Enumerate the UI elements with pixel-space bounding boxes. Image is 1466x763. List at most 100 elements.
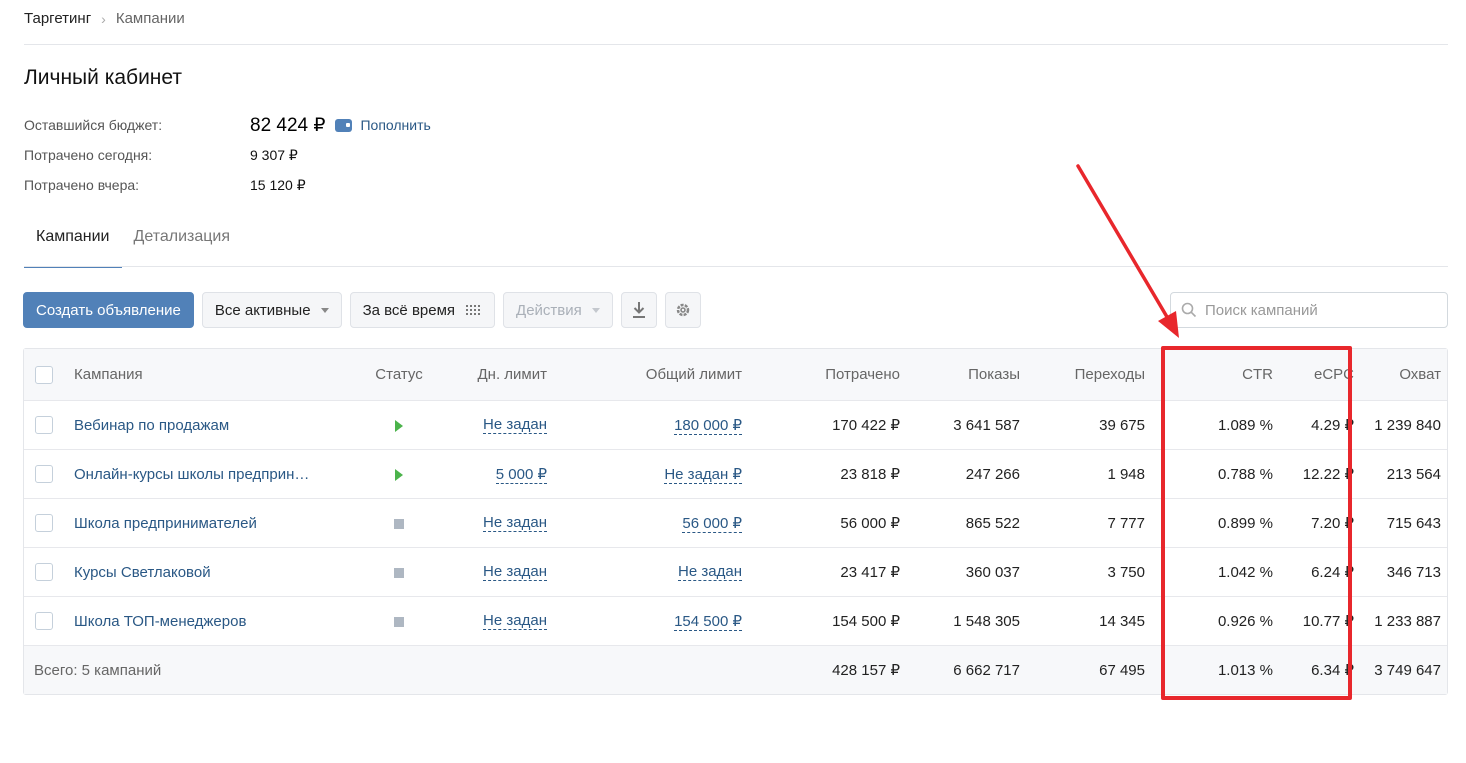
ctr-value: 1.042 % xyxy=(1217,563,1273,581)
remaining-budget-label: Оставшийся бюджет: xyxy=(24,117,163,133)
ecpc-value: 7.20 ₽ xyxy=(1311,515,1354,532)
search-box[interactable] xyxy=(1170,292,1448,328)
clicks-value: 39 675 xyxy=(1099,416,1145,434)
header-ecpc[interactable]: eCPC xyxy=(1314,366,1354,383)
download-button[interactable] xyxy=(620,292,657,328)
day-limit-link[interactable]: Не задан xyxy=(483,514,547,532)
budget-stats: Оставшийся бюджет: 82 424 ₽ Пополнить По… xyxy=(24,110,431,200)
row-checkbox[interactable] xyxy=(35,514,53,532)
total-ctr: 1.013 % xyxy=(1217,661,1273,679)
wallet-icon xyxy=(335,118,353,132)
remaining-budget-row: Оставшийся бюджет: 82 424 ₽ Пополнить xyxy=(24,110,431,140)
total-limit-link[interactable]: Не задан xyxy=(678,563,742,581)
spent-today-value: 9 307 ₽ xyxy=(250,146,298,163)
day-limit-link[interactable]: 5 000 ₽ xyxy=(495,465,547,484)
table-row: Онлайн-курсы школы предприн… 5 000 ₽ Не … xyxy=(24,449,1447,498)
chevron-right-icon: › xyxy=(101,10,106,27)
search-input[interactable] xyxy=(1205,301,1425,319)
period-picker[interactable]: За всё время xyxy=(349,292,496,328)
header-clicks[interactable]: Переходы xyxy=(1075,366,1145,383)
stop-icon xyxy=(394,567,404,578)
search-icon xyxy=(1181,302,1197,318)
select-all-checkbox[interactable] xyxy=(35,365,53,384)
total-reach: 3 749 647 xyxy=(1374,661,1441,679)
spent-yesterday-label: Потрачено вчера: xyxy=(24,177,140,193)
ecpc-value: 4.29 ₽ xyxy=(1311,417,1354,434)
tabs: Кампании Детализация xyxy=(24,216,242,268)
campaign-name-link[interactable]: Онлайн-курсы школы предприн… xyxy=(74,466,309,483)
tab-campaigns[interactable]: Кампании xyxy=(24,216,122,268)
total-limit-link[interactable]: Не задан ₽ xyxy=(664,465,742,484)
table-row: Школа ТОП-менеджеров Не задан 154 500 ₽ … xyxy=(24,596,1447,645)
total-limit-link[interactable]: 56 000 ₽ xyxy=(682,514,742,533)
actions-dropdown[interactable]: Действия xyxy=(503,292,613,328)
ctr-value: 1.089 % xyxy=(1217,416,1273,434)
spent-value: 56 000 ₽ xyxy=(840,515,900,532)
ecpc-value: 12.22 ₽ xyxy=(1302,466,1354,483)
header-reach[interactable]: Охват xyxy=(1399,366,1441,383)
table-row: Курсы Светлаковой Не задан Не задан 23 4… xyxy=(24,547,1447,596)
play-icon xyxy=(395,468,403,481)
shows-value: 360 037 xyxy=(965,563,1020,581)
header-status[interactable]: Статус xyxy=(364,366,434,383)
spent-value: 23 417 ₽ xyxy=(840,564,900,581)
total-spent: 428 157 ₽ xyxy=(832,662,900,679)
status-filter-dropdown[interactable]: Все активные xyxy=(201,292,342,328)
total-label: Всего: 5 кампаний xyxy=(34,661,162,679)
header-shows[interactable]: Показы xyxy=(968,366,1020,383)
play-icon xyxy=(395,419,403,432)
stop-icon xyxy=(394,616,404,627)
total-limit-link[interactable]: 180 000 ₽ xyxy=(674,416,742,435)
status-cell[interactable] xyxy=(364,466,434,483)
shows-value: 865 522 xyxy=(965,514,1020,532)
shows-value: 3 641 587 xyxy=(953,416,1020,434)
download-icon xyxy=(632,302,645,318)
header-spent[interactable]: Потрачено xyxy=(825,366,900,383)
campaign-name-link[interactable]: Вебинар по продажам xyxy=(74,417,229,434)
create-ad-button[interactable]: Создать объявление xyxy=(23,292,194,328)
total-limit-link[interactable]: 154 500 ₽ xyxy=(674,612,742,631)
header-campaign[interactable]: Кампания xyxy=(74,366,143,383)
ecpc-value: 10.77 ₽ xyxy=(1302,613,1354,630)
reach-value: 715 643 xyxy=(1386,514,1441,532)
table-header: Кампания Статус Дн. лимит Общий лимит По… xyxy=(24,349,1447,400)
campaign-name-link[interactable]: Школа предпринимателей xyxy=(74,515,257,532)
status-cell[interactable] xyxy=(364,613,434,630)
divider xyxy=(24,44,1448,45)
total-ecpc: 6.34 ₽ xyxy=(1311,662,1354,679)
header-ctr[interactable]: CTR xyxy=(1242,366,1273,383)
campaign-name-link[interactable]: Курсы Светлаковой xyxy=(74,564,211,581)
status-cell[interactable] xyxy=(364,417,434,434)
calendar-icon xyxy=(465,303,483,317)
ecpc-value: 6.24 ₽ xyxy=(1311,564,1354,581)
actions-label: Действия xyxy=(516,301,582,319)
page-title: Личный кабинет xyxy=(24,66,182,89)
spent-value: 154 500 ₽ xyxy=(832,613,900,630)
row-checkbox[interactable] xyxy=(35,416,53,434)
table-row: Школа предпринимателей Не задан 56 000 ₽… xyxy=(24,498,1447,547)
spent-value: 170 422 ₽ xyxy=(832,417,900,434)
divider xyxy=(24,266,1448,267)
topup-link[interactable]: Пополнить xyxy=(335,117,431,133)
clicks-value: 14 345 xyxy=(1099,612,1145,630)
gear-icon xyxy=(676,303,690,317)
caret-down-icon xyxy=(591,307,600,313)
header-total-limit[interactable]: Общий лимит xyxy=(646,366,742,383)
settings-button[interactable] xyxy=(664,292,701,328)
period-label: За всё время xyxy=(362,301,456,319)
day-limit-link[interactable]: Не задан xyxy=(483,563,547,581)
ctr-value: 0.926 % xyxy=(1217,612,1273,630)
day-limit-link[interactable]: Не задан xyxy=(483,416,547,434)
header-day-limit[interactable]: Дн. лимит xyxy=(478,366,547,383)
status-cell[interactable] xyxy=(364,515,434,532)
breadcrumb-root[interactable]: Таргетинг xyxy=(24,10,91,27)
row-checkbox[interactable] xyxy=(35,612,53,630)
campaign-name-link[interactable]: Школа ТОП-менеджеров xyxy=(74,613,246,630)
spent-value: 23 818 ₽ xyxy=(840,466,900,483)
row-checkbox[interactable] xyxy=(35,465,53,483)
status-cell[interactable] xyxy=(364,564,434,581)
tab-details[interactable]: Детализация xyxy=(122,216,243,268)
day-limit-link[interactable]: Не задан xyxy=(483,612,547,630)
row-checkbox[interactable] xyxy=(35,563,53,581)
toolbar: Создать объявление Все активные За всё в… xyxy=(23,292,709,328)
